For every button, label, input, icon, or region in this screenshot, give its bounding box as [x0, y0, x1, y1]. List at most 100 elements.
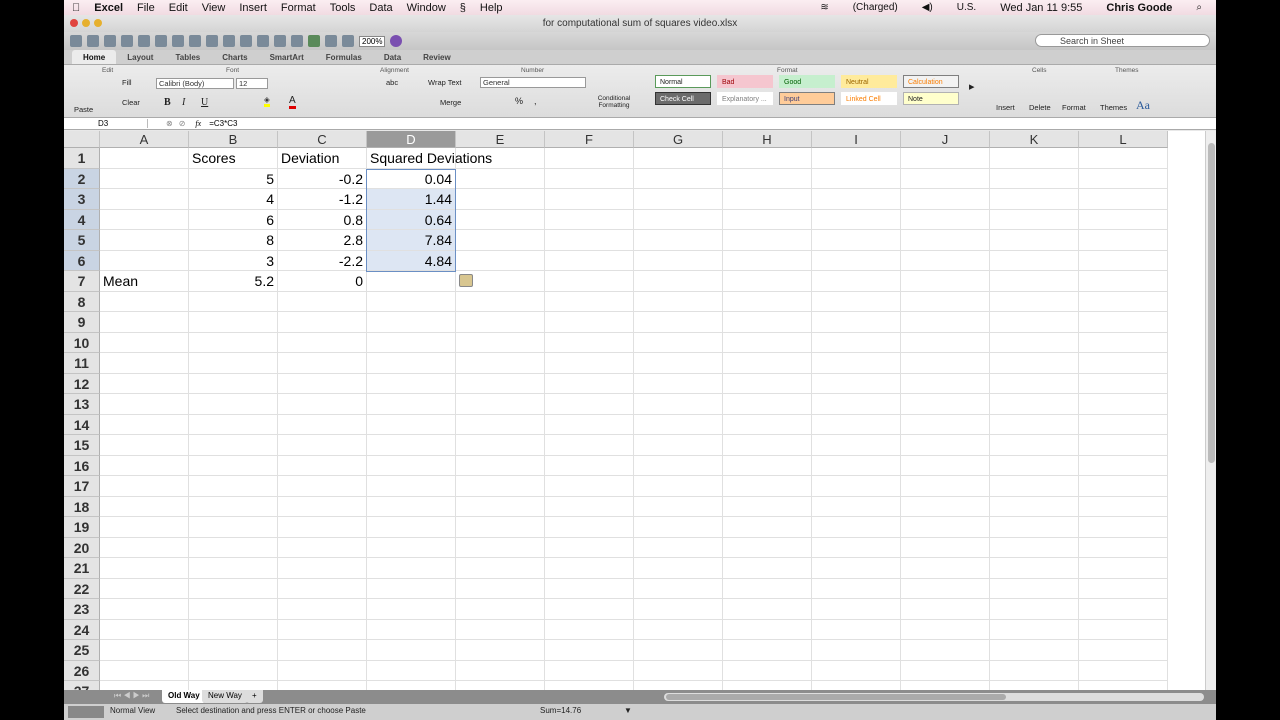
cell-b19[interactable] — [189, 517, 278, 538]
cell-l14[interactable] — [1079, 414, 1168, 435]
cell-j26[interactable] — [901, 660, 990, 681]
cell-f14[interactable] — [545, 414, 634, 435]
cell-b20[interactable] — [189, 537, 278, 558]
cut-icon[interactable] — [155, 35, 167, 47]
copy-icon[interactable] — [172, 35, 184, 47]
cell-g3[interactable] — [634, 189, 723, 210]
cell-h3[interactable] — [723, 189, 812, 210]
cell-e23[interactable] — [456, 599, 545, 620]
cell-h22[interactable] — [723, 578, 812, 599]
cell-j5[interactable] — [901, 230, 990, 251]
horizontal-scrollbar[interactable] — [664, 693, 1204, 701]
cell-a19[interactable] — [100, 517, 189, 538]
cell-e20[interactable] — [456, 537, 545, 558]
cell-d11[interactable] — [367, 353, 456, 374]
column-header-c[interactable]: C — [278, 131, 367, 148]
cell-g7[interactable] — [634, 271, 723, 292]
cell-j19[interactable] — [901, 517, 990, 538]
cell-g9[interactable] — [634, 312, 723, 333]
cell-e14[interactable] — [456, 414, 545, 435]
zoom-select[interactable]: 200% — [359, 35, 386, 47]
cell-a7[interactable]: Mean — [100, 271, 189, 292]
cell-f17[interactable] — [545, 476, 634, 497]
cell-k22[interactable] — [990, 578, 1079, 599]
cell-style-normal[interactable]: Normal — [655, 75, 711, 88]
cell-c15[interactable] — [278, 435, 367, 456]
fill-color-icon[interactable]: ◈ — [264, 95, 270, 107]
cell-i12[interactable] — [812, 373, 901, 394]
cell-l26[interactable] — [1079, 660, 1168, 681]
cell-f26[interactable] — [545, 660, 634, 681]
cell-i17[interactable] — [812, 476, 901, 497]
cell-b22[interactable] — [189, 578, 278, 599]
cell-h17[interactable] — [723, 476, 812, 497]
cell-c7[interactable]: 0 — [278, 271, 367, 292]
cell-b7[interactable]: 5.2 — [189, 271, 278, 292]
cell-k25[interactable] — [990, 640, 1079, 661]
undo-icon[interactable] — [223, 35, 235, 47]
cell-a3[interactable] — [100, 189, 189, 210]
cell-b10[interactable] — [189, 332, 278, 353]
cell-a2[interactable] — [100, 168, 189, 189]
menu-app[interactable]: Excel — [94, 2, 123, 14]
sum-dropdown-icon[interactable]: ▼ — [624, 704, 632, 718]
menu-tools[interactable]: Tools — [330, 2, 356, 14]
close-button[interactable] — [70, 19, 78, 27]
cell-f7[interactable] — [545, 271, 634, 292]
cell-c25[interactable] — [278, 640, 367, 661]
cell-c16[interactable] — [278, 455, 367, 476]
cell-style-linked-cell[interactable]: Linked Cell — [841, 92, 897, 105]
cell-k24[interactable] — [990, 619, 1079, 640]
row-header[interactable]: 25 — [64, 640, 100, 661]
cell-d7[interactable] — [367, 271, 456, 292]
cell-k18[interactable] — [990, 496, 1079, 517]
cell-a27[interactable] — [100, 681, 189, 690]
cell-k23[interactable] — [990, 599, 1079, 620]
cell-b5[interactable]: 8 — [189, 230, 278, 251]
cell-c24[interactable] — [278, 619, 367, 640]
sheet-tab-new-way[interactable]: New Way — [202, 690, 248, 703]
row-header[interactable]: 23 — [64, 599, 100, 620]
cell-k1[interactable] — [990, 148, 1079, 169]
cell-k13[interactable] — [990, 394, 1079, 415]
battery-status[interactable]: (Charged) — [853, 2, 898, 13]
cell-e2[interactable] — [456, 168, 545, 189]
row-header[interactable]: 18 — [64, 496, 100, 517]
toolbox-icon[interactable] — [342, 35, 354, 47]
cell-k26[interactable] — [990, 660, 1079, 681]
cell-f12[interactable] — [545, 373, 634, 394]
cell-f3[interactable] — [545, 189, 634, 210]
cell-style-good[interactable]: Good — [779, 75, 835, 88]
row-header[interactable]: 14 — [64, 414, 100, 435]
row-header[interactable]: 26 — [64, 660, 100, 681]
cell-d17[interactable] — [367, 476, 456, 497]
cell-d23[interactable] — [367, 599, 456, 620]
column-header-j[interactable]: J — [901, 131, 990, 148]
menu-window[interactable]: Window — [407, 2, 446, 14]
comma-button[interactable]: , — [534, 96, 537, 106]
cell-l23[interactable] — [1079, 599, 1168, 620]
cell-d2[interactable]: 0.04 — [367, 168, 456, 189]
cell-h23[interactable] — [723, 599, 812, 620]
font-name-select[interactable]: Calibri (Body) — [156, 78, 234, 89]
cell-l17[interactable] — [1079, 476, 1168, 497]
cell-i8[interactable] — [812, 291, 901, 312]
tab-tables[interactable]: Tables — [164, 50, 211, 64]
cell-a13[interactable] — [100, 394, 189, 415]
cell-d18[interactable] — [367, 496, 456, 517]
view-toggle[interactable] — [68, 706, 104, 718]
cell-j17[interactable] — [901, 476, 990, 497]
row-header[interactable]: 13 — [64, 394, 100, 415]
cell-i3[interactable] — [812, 189, 901, 210]
cell-f25[interactable] — [545, 640, 634, 661]
status-sum[interactable]: Sum=14.76 — [540, 704, 581, 718]
column-header-d[interactable]: D — [367, 131, 456, 148]
cell-f22[interactable] — [545, 578, 634, 599]
cell-j27[interactable] — [901, 681, 990, 690]
cell-k9[interactable] — [990, 312, 1079, 333]
cell-g4[interactable] — [634, 209, 723, 230]
row-header[interactable]: 20 — [64, 537, 100, 558]
cell-h5[interactable] — [723, 230, 812, 251]
cell-l11[interactable] — [1079, 353, 1168, 374]
cell-b6[interactable]: 3 — [189, 250, 278, 271]
